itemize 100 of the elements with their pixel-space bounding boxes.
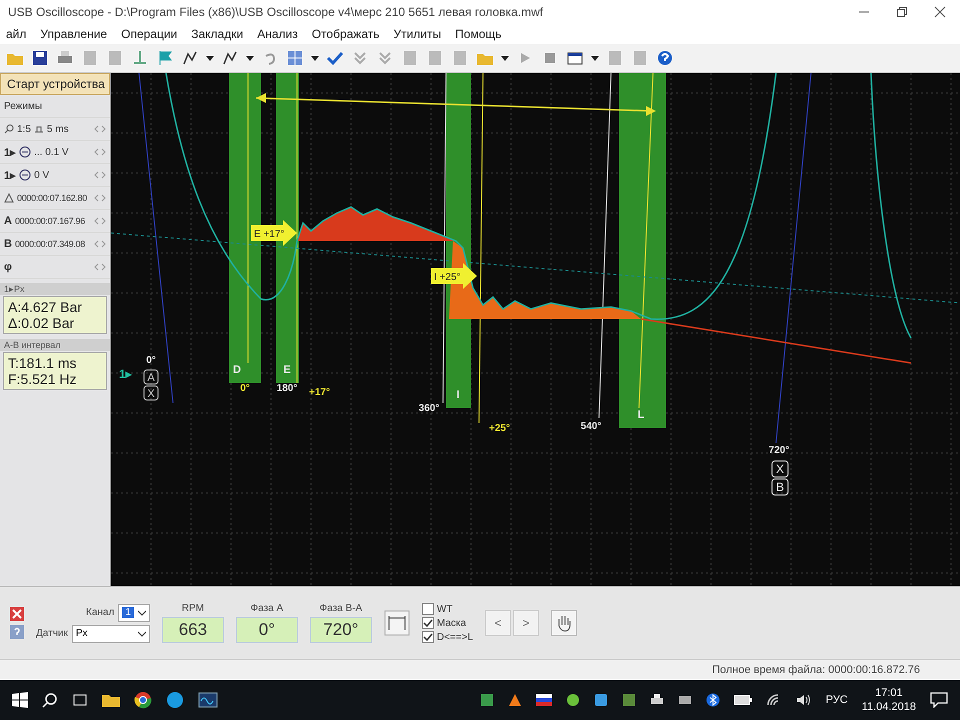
angle-label: 180°	[276, 383, 298, 394]
angle-label: 360°	[418, 403, 440, 414]
measure-icon[interactable]	[181, 49, 199, 67]
nav-button[interactable]: >	[513, 610, 540, 636]
language-indicator[interactable]: РУС	[826, 694, 848, 706]
checkbox[interactable]: Маска	[422, 617, 474, 629]
time-value: 0000:00:07.349.08	[14, 239, 85, 249]
close-icon[interactable]	[934, 6, 946, 18]
menu-item[interactable]: Отображать	[312, 27, 380, 41]
nav-button[interactable]: <	[485, 610, 512, 636]
scale-value: 1:5	[17, 124, 31, 134]
cursor-marker[interactable]: X	[772, 460, 788, 478]
windows-start-icon[interactable]	[12, 692, 28, 708]
readout-value: F:5.521 Hz	[8, 371, 78, 387]
delta-icon	[4, 193, 14, 203]
menu-item[interactable]: Закладки	[191, 27, 244, 41]
reading-label: RPM	[182, 603, 204, 614]
caret-icon[interactable]	[138, 610, 146, 616]
zone-letter: E	[283, 364, 291, 376]
modes-menu-item[interactable]: Режимы	[0, 95, 110, 118]
help-icon[interactable]	[656, 49, 674, 67]
checkmark-icon	[422, 618, 433, 628]
probe-icon	[19, 146, 32, 158]
clock-time[interactable]: 17:01	[875, 686, 903, 700]
menu-item[interactable]: Анализ	[257, 27, 298, 41]
tray-icon[interactable]	[480, 693, 494, 707]
flag-icon[interactable]	[536, 694, 552, 706]
speaker-icon[interactable]	[796, 693, 812, 707]
reading-value: 663	[162, 617, 224, 643]
reading-value: 0°	[236, 617, 298, 643]
zone-letter: L	[638, 409, 644, 421]
sensor-label: Датчик	[36, 628, 68, 639]
bluetooth-icon[interactable]	[706, 693, 720, 707]
hand-icon[interactable]	[551, 610, 578, 636]
readout-value: A:4.627 Bar	[8, 299, 83, 315]
notification-icon[interactable]	[930, 692, 948, 708]
menu-item[interactable]: Операции	[121, 27, 178, 41]
menu-item[interactable]: Управление	[40, 27, 108, 41]
angle-label: 720°	[768, 445, 790, 456]
reading-value: 720°	[310, 617, 372, 643]
search-icon[interactable]	[42, 692, 58, 708]
checkmark-icon	[422, 632, 433, 642]
browser-icon[interactable]	[134, 691, 152, 709]
volts-per-division: ... 0.1 V	[34, 146, 69, 158]
checkbox[interactable]: WT	[422, 603, 474, 615]
timebase-value: 5 ms	[46, 124, 69, 134]
magnifier-icon	[4, 124, 14, 134]
chat-app-icon[interactable]	[166, 691, 184, 709]
timing-flag: I +25°	[431, 263, 477, 289]
channel-select[interactable]: 1	[118, 604, 150, 622]
timing-flag: E +17°	[251, 220, 297, 246]
trigger-level: 0 V	[34, 170, 50, 180]
checkbox[interactable]: D<==>L	[422, 631, 474, 643]
readout-value: T:181.1 ms	[8, 355, 78, 371]
task-view-icon[interactable]	[72, 692, 88, 708]
readout-header: 1▸Px	[0, 283, 110, 295]
window-title: USB Oscilloscope - D:\Program Files (x86)\USB Oscilloscope v4\мерс 210 5651 левая головка.mwf	[8, 5, 544, 19]
channel-number: 1▸	[4, 146, 16, 158]
save-icon[interactable]	[31, 49, 49, 67]
cursor-marker[interactable]: A	[144, 370, 158, 384]
help-icon[interactable]	[10, 625, 24, 639]
measure-icon[interactable]	[221, 49, 239, 67]
angle-label: 540°	[580, 421, 602, 432]
time-value: 0000:00:07.162.80	[17, 193, 87, 203]
battery-icon[interactable]	[734, 695, 752, 705]
clock-date[interactable]: 11.04.2018	[862, 700, 916, 714]
file-duration-status: Полное время файла: 0000:00:16.872.76	[712, 664, 920, 676]
start-device-button[interactable]: Старт устройства	[0, 73, 110, 95]
checkmark-icon[interactable]	[326, 49, 344, 67]
reading-label: Фаза B-A	[320, 603, 362, 614]
zone-letter: I	[456, 389, 460, 401]
channel-marker: 1▸	[119, 367, 132, 381]
oscilloscope-app-icon[interactable]	[198, 691, 218, 709]
sync-icon[interactable]	[384, 610, 410, 636]
angle-label: 0°	[240, 383, 250, 394]
cursor-marker[interactable]: X	[144, 386, 158, 400]
menu-item[interactable]: айл	[6, 27, 26, 41]
cursor-label: B	[4, 238, 12, 250]
reading-label: Фаза A	[250, 603, 284, 614]
readout-header: A-B интервал	[0, 339, 110, 351]
cursor-marker[interactable]: B	[772, 478, 788, 496]
folder-icon[interactable]	[102, 692, 120, 708]
channel-number: 1▸	[4, 168, 16, 182]
restore-icon[interactable]	[896, 6, 908, 18]
readout-value: Δ:0.02 Bar	[8, 315, 76, 331]
offset-label: +25°	[489, 423, 510, 434]
timebase-icon	[34, 124, 44, 134]
caret-icon[interactable]	[138, 630, 146, 636]
phase-label: φ	[4, 261, 12, 273]
zone-letter: D	[233, 364, 241, 376]
sensor-select[interactable]: Px	[72, 624, 150, 642]
grid-icon[interactable]	[286, 49, 304, 67]
cursor-label: A	[4, 215, 12, 227]
printer-icon[interactable]	[650, 693, 664, 707]
menu-item[interactable]: Утилиты	[393, 27, 442, 41]
angle-label: 0°	[146, 355, 156, 366]
menu-item[interactable]: Помощь	[455, 27, 502, 41]
offset-label: +17°	[309, 387, 330, 398]
close-icon[interactable]	[10, 607, 24, 621]
channel-label: Канал	[86, 607, 114, 618]
